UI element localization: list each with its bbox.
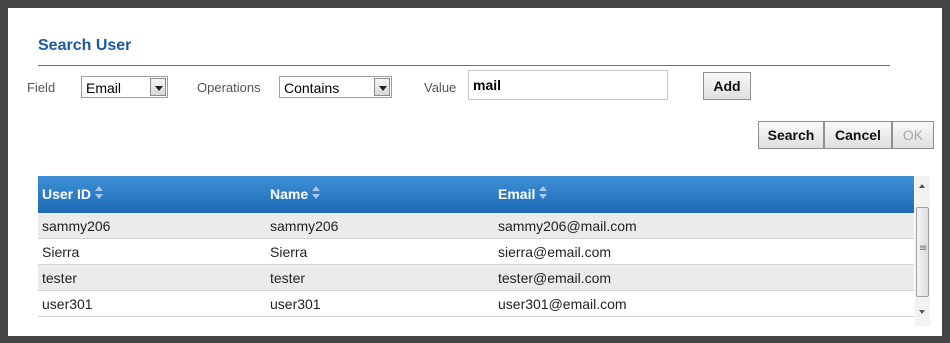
- cell-name: sammy206: [270, 218, 339, 234]
- table-row[interactable]: user301 user301 user301@email.com: [38, 291, 914, 317]
- operations-select[interactable]: Contains: [279, 76, 392, 98]
- cell-email: tester@email.com: [498, 270, 612, 286]
- scroll-down-arrow-icon[interactable]: [915, 304, 930, 320]
- field-select[interactable]: Email: [81, 76, 168, 98]
- table-row[interactable]: sammy206 sammy206 sammy206@mail.com: [38, 213, 914, 239]
- cell-user-id: tester: [42, 270, 78, 286]
- cell-user-id: sammy206: [42, 218, 111, 234]
- column-header-user-id[interactable]: User ID: [42, 186, 104, 202]
- cell-name: tester: [270, 270, 306, 286]
- title-divider: [38, 65, 890, 66]
- table-header: User ID Name Email: [38, 176, 914, 213]
- cell-user-id: user301: [42, 296, 93, 312]
- column-header-email[interactable]: Email: [498, 186, 548, 202]
- cell-name: Sierra: [270, 244, 308, 260]
- sort-icon[interactable]: [311, 186, 321, 200]
- sort-icon[interactable]: [94, 186, 104, 200]
- search-button[interactable]: Search: [758, 121, 824, 149]
- dialog-title: Search User: [38, 37, 132, 54]
- value-input[interactable]: [468, 70, 668, 100]
- column-header-label: Email: [498, 186, 536, 202]
- operations-select-value: Contains: [284, 80, 340, 96]
- users-table: User ID Name Email sammy206 sammy206 sam…: [38, 176, 930, 326]
- cell-user-id: Sierra: [42, 244, 80, 260]
- value-label: Value: [424, 80, 457, 95]
- scroll-thumb[interactable]: [916, 207, 929, 297]
- cell-name: user301: [270, 296, 321, 312]
- add-button[interactable]: Add: [703, 72, 751, 100]
- vertical-scrollbar[interactable]: [915, 176, 930, 326]
- column-header-label: User ID: [42, 186, 92, 202]
- cell-email: user301@email.com: [498, 296, 627, 312]
- search-user-dialog: Search User Field Email Operations Conta…: [8, 8, 942, 336]
- cell-email: sierra@email.com: [498, 244, 612, 260]
- field-select-value: Email: [86, 80, 122, 96]
- sort-icon[interactable]: [538, 186, 548, 200]
- ok-button[interactable]: OK: [892, 121, 934, 149]
- operations-label: Operations: [197, 80, 261, 95]
- table-row[interactable]: Sierra Sierra sierra@email.com: [38, 239, 914, 265]
- chevron-down-icon[interactable]: [150, 78, 166, 96]
- scroll-up-arrow-icon[interactable]: [915, 179, 930, 195]
- cell-email: sammy206@mail.com: [498, 218, 637, 234]
- cancel-button[interactable]: Cancel: [824, 121, 892, 149]
- field-label: Field: [27, 80, 56, 95]
- column-header-label: Name: [270, 186, 309, 202]
- column-header-name[interactable]: Name: [270, 186, 321, 202]
- table-row[interactable]: tester tester tester@email.com: [38, 265, 914, 291]
- chevron-down-icon[interactable]: [374, 78, 390, 96]
